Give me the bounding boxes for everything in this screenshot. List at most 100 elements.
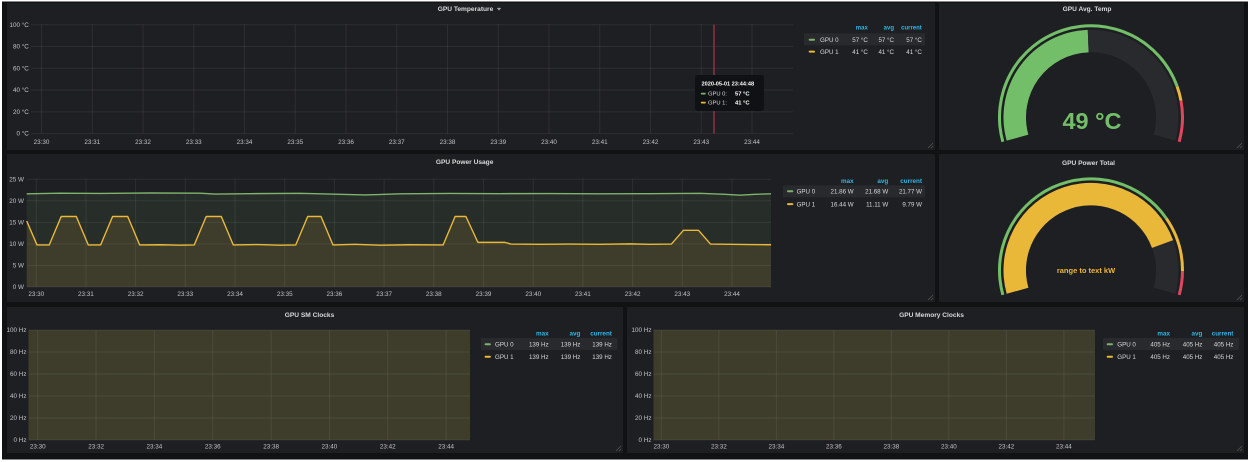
svg-text:20 Hz: 20 Hz xyxy=(635,415,651,422)
svg-text:10 W: 10 W xyxy=(9,241,24,248)
svg-text:23:44: 23:44 xyxy=(724,291,740,298)
svg-text:23:36: 23:36 xyxy=(338,139,354,146)
svg-text:57 °C: 57 °C xyxy=(906,37,922,44)
svg-text:GPU 1:: GPU 1: xyxy=(708,101,727,107)
svg-text:60 °C: 60 °C xyxy=(13,64,29,72)
svg-text:41 °C: 41 °C xyxy=(852,49,868,56)
svg-text:23:35: 23:35 xyxy=(287,139,303,146)
svg-text:405 Hz: 405 Hz xyxy=(1150,354,1170,361)
svg-text:avg: avg xyxy=(877,178,888,185)
svg-text:23:36: 23:36 xyxy=(205,444,221,451)
svg-text:139 Hz: 139 Hz xyxy=(529,341,549,348)
svg-text:40 Hz: 40 Hz xyxy=(10,393,26,400)
svg-text:21.68 W: 21.68 W xyxy=(865,189,888,196)
svg-text:23:33: 23:33 xyxy=(177,291,193,298)
svg-text:20 °C: 20 °C xyxy=(13,108,29,116)
svg-text:23:30: 23:30 xyxy=(654,444,670,451)
svg-text:139 Hz: 139 Hz xyxy=(592,354,612,361)
svg-text:57 °C: 57 °C xyxy=(878,37,894,44)
svg-text:avg: avg xyxy=(884,26,895,32)
svg-text:current: current xyxy=(590,330,613,337)
svg-text:23:34: 23:34 xyxy=(769,444,785,451)
svg-text:23:43: 23:43 xyxy=(674,291,690,298)
svg-text:23:34: 23:34 xyxy=(237,139,253,146)
svg-text:GPU 1: GPU 1 xyxy=(820,49,839,56)
svg-text:max: max xyxy=(1157,330,1170,337)
svg-text:23:41: 23:41 xyxy=(575,291,591,298)
svg-text:100 °C: 100 °C xyxy=(9,21,29,29)
svg-text:49 °C: 49 °C xyxy=(1062,108,1121,134)
svg-text:23:34: 23:34 xyxy=(227,291,243,298)
svg-text:80 Hz: 80 Hz xyxy=(635,349,651,356)
svg-text:23:38: 23:38 xyxy=(884,444,900,451)
svg-text:80 °C: 80 °C xyxy=(13,43,29,51)
svg-text:23:30: 23:30 xyxy=(28,291,44,298)
svg-text:23:42: 23:42 xyxy=(999,444,1015,451)
svg-text:23:42: 23:42 xyxy=(380,444,396,451)
svg-text:20 Hz: 20 Hz xyxy=(10,415,26,422)
svg-text:57 °C: 57 °C xyxy=(735,92,750,98)
svg-text:23:41: 23:41 xyxy=(592,139,608,146)
svg-text:41 °C: 41 °C xyxy=(735,101,750,107)
svg-text:57 °C: 57 °C xyxy=(852,37,868,44)
svg-text:405 Hz: 405 Hz xyxy=(1214,354,1234,361)
svg-text:GPU 1: GPU 1 xyxy=(1117,354,1136,361)
svg-text:23:37: 23:37 xyxy=(376,291,392,298)
svg-text:41 °C: 41 °C xyxy=(906,49,922,56)
svg-text:avg: avg xyxy=(569,330,580,337)
svg-text:20 W: 20 W xyxy=(9,198,24,205)
svg-text:139 Hz: 139 Hz xyxy=(592,341,612,348)
svg-text:23:38: 23:38 xyxy=(263,444,279,451)
svg-text:23:33: 23:33 xyxy=(186,139,202,146)
svg-text:5 W: 5 W xyxy=(13,263,24,270)
svg-text:25 W: 25 W xyxy=(9,176,24,183)
svg-text:23:38: 23:38 xyxy=(440,139,456,146)
svg-text:23:44: 23:44 xyxy=(438,444,454,451)
svg-text:60 Hz: 60 Hz xyxy=(10,371,26,378)
svg-text:80 Hz: 80 Hz xyxy=(10,349,26,356)
svg-text:11.11 W: 11.11 W xyxy=(866,201,888,208)
svg-text:21.77 W: 21.77 W xyxy=(899,189,922,196)
svg-text:max: max xyxy=(856,26,869,32)
svg-text:100 Hz: 100 Hz xyxy=(7,327,27,334)
svg-text:GPU 0: GPU 0 xyxy=(820,37,839,44)
svg-text:23:40: 23:40 xyxy=(941,444,957,451)
svg-text:23:36: 23:36 xyxy=(826,444,842,451)
svg-text:405 Hz: 405 Hz xyxy=(1183,354,1203,361)
svg-text:23:30: 23:30 xyxy=(34,139,50,146)
svg-text:23:30: 23:30 xyxy=(30,444,46,451)
svg-text:0 W: 0 W xyxy=(13,284,24,291)
svg-text:23:44: 23:44 xyxy=(1056,444,1072,451)
svg-text:GPU SM Clocks: GPU SM Clocks xyxy=(285,312,335,319)
svg-text:23:40: 23:40 xyxy=(541,139,557,146)
svg-text:23:37: 23:37 xyxy=(389,139,405,146)
svg-text:139 Hz: 139 Hz xyxy=(561,341,581,348)
svg-text:GPU 1: GPU 1 xyxy=(495,354,514,361)
svg-text:GPU Power Usage: GPU Power Usage xyxy=(436,159,494,166)
svg-text:23:32: 23:32 xyxy=(135,139,151,146)
svg-text:23:42: 23:42 xyxy=(643,139,659,146)
svg-text:GPU 0:: GPU 0: xyxy=(708,92,727,98)
svg-text:23:43: 23:43 xyxy=(693,139,709,146)
svg-text:range to text kW: range to text kW xyxy=(1057,266,1116,275)
svg-text:23:32: 23:32 xyxy=(711,444,727,451)
svg-text:current: current xyxy=(901,26,922,32)
svg-text:405 Hz: 405 Hz xyxy=(1183,341,1203,348)
svg-text:23:39: 23:39 xyxy=(476,291,492,298)
svg-text:41 °C: 41 °C xyxy=(878,49,894,56)
svg-text:40 Hz: 40 Hz xyxy=(635,393,651,400)
svg-text:60 Hz: 60 Hz xyxy=(635,371,651,378)
svg-text:0 Hz: 0 Hz xyxy=(14,437,27,444)
svg-text:max: max xyxy=(841,178,854,185)
svg-text:GPU 0: GPU 0 xyxy=(797,189,816,196)
svg-text:GPU Avg. Temp: GPU Avg. Temp xyxy=(1063,6,1112,13)
svg-text:max: max xyxy=(536,330,549,337)
svg-text:23:31: 23:31 xyxy=(84,139,100,146)
svg-text:9.79 W: 9.79 W xyxy=(902,201,922,208)
svg-text:0 °C: 0 °C xyxy=(16,130,29,138)
svg-text:2020-05-01 23:44:48: 2020-05-01 23:44:48 xyxy=(702,82,755,88)
svg-text:current: current xyxy=(900,178,923,185)
svg-text:139 Hz: 139 Hz xyxy=(561,354,581,361)
svg-text:15 W: 15 W xyxy=(9,219,24,226)
svg-text:23:36: 23:36 xyxy=(327,291,343,298)
